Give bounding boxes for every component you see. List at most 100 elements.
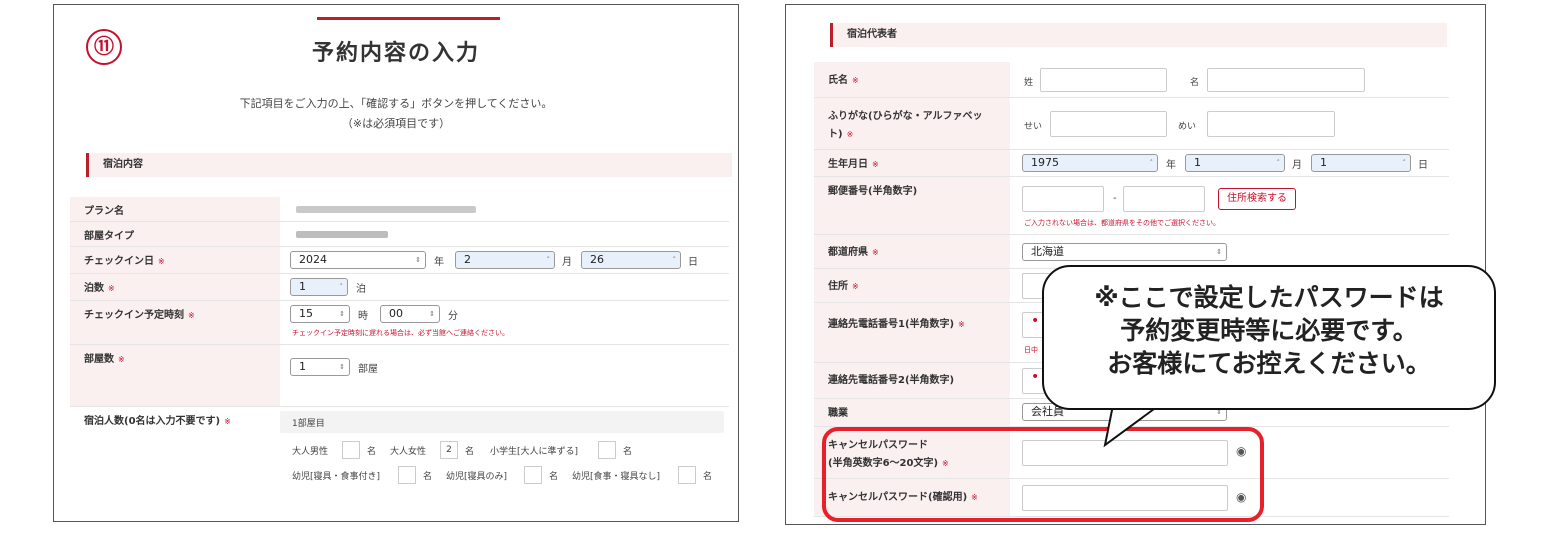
row-plan-name: プラン名 xyxy=(70,197,729,222)
mei-label: 名 xyxy=(1190,78,1200,88)
phone2-label: 連絡先電話番号2(半角数字) xyxy=(814,363,1010,398)
year-unit: 年 xyxy=(434,257,444,268)
up-arrow-icon: ˄ xyxy=(672,256,677,264)
checkin-month-select[interactable]: 2 ˄ xyxy=(455,251,555,269)
rooms-select[interactable]: 1 ⇕ xyxy=(290,358,350,376)
birth-month-select[interactable]: 1 ˄ xyxy=(1185,154,1285,172)
infant-none-label: 幼児[食事・寝具なし] xyxy=(572,472,661,482)
kana-first-input[interactable] xyxy=(1207,111,1335,137)
address-search-button[interactable]: 住所検索する xyxy=(1218,188,1296,210)
plan-name-value xyxy=(280,197,729,221)
phone1-note: 日中 xyxy=(1024,346,1038,354)
infant-bed-label: 幼児[寝具のみ] xyxy=(446,472,508,482)
callout-line-1: ※ここで設定したパスワードは xyxy=(1094,283,1444,312)
day-unit: 日 xyxy=(1418,160,1428,171)
year-unit: 年 xyxy=(1166,160,1176,171)
rooms-unit: 部屋 xyxy=(358,364,378,375)
reservation-form-panel: ⑪ 予約内容の入力 下記項目をご入力の上、「確認する」ボタンを押してください。 … xyxy=(53,4,739,522)
checkin-year-select[interactable]: 2024 ⇕ xyxy=(290,251,426,269)
nights-select[interactable]: 1 ˄ xyxy=(290,278,348,296)
spin-arrows-icon: ⇕ xyxy=(339,363,345,371)
room-type-label: 部屋タイプ xyxy=(70,222,280,246)
postal-value: - 住所検索する ご入力されない場合は、都道府県をその他でご選択ください。 xyxy=(1010,177,1449,234)
checkin-day-select[interactable]: 26 ˄ xyxy=(581,251,681,269)
adult-female-input[interactable]: 2 xyxy=(440,441,458,459)
callout-line-2: 予約変更時等に必要です。 xyxy=(1120,316,1418,345)
minute-unit: 分 xyxy=(448,311,458,322)
checkin-time-value: 15 ⇕ 時 00 ⇕ 分 チェックイン予定時刻に遅れる場合は、必ず当館へご連絡くだ… xyxy=(280,301,729,344)
month-unit: 月 xyxy=(562,257,572,268)
kana-mei-label: めい xyxy=(1178,122,1197,132)
nights-label: 泊数 ※ xyxy=(70,274,280,300)
infant-bed-meal-input[interactable] xyxy=(398,466,416,484)
spin-arrows-icon: ⇕ xyxy=(429,310,435,318)
person-unit: 名 xyxy=(623,447,633,457)
plan-name-label: プラン名 xyxy=(70,197,280,221)
elementary-label: 小学生[大人に準ずる] xyxy=(490,447,579,457)
occupation-label: 職業 xyxy=(814,399,1010,426)
address-label: 住所 ※ xyxy=(814,269,1010,302)
infant-none-input[interactable] xyxy=(678,466,696,484)
postal-code-1-input[interactable] xyxy=(1022,186,1104,212)
checkin-date-value: 2024 ⇕ 年 2 ˄ 月 26 ˄ 日 xyxy=(280,247,729,273)
person-unit: 名 xyxy=(549,472,559,482)
row-checkin-time: チェックイン予定時刻 ※ 15 ⇕ 時 00 ⇕ 分 チェックイン予定時刻に遅れる場合… xyxy=(70,301,729,345)
spin-arrows-icon: ⇕ xyxy=(415,256,421,264)
name-label: 氏名 ※ xyxy=(814,62,1010,97)
day-unit: 日 xyxy=(688,257,698,268)
kana-label: ふりがな(ひらがな・アルファベット) ※ xyxy=(814,98,1010,149)
postal-note: ご入力されない場合は、都道府県をその他でご選択ください。 xyxy=(1024,219,1220,227)
checkin-minute-select[interactable]: 00 ⇕ xyxy=(380,305,440,323)
kana-value: せい めい xyxy=(1010,98,1449,149)
postal-code-2-input[interactable] xyxy=(1123,186,1205,212)
row-rooms: 部屋数 ※ 1 ⇕ 部屋 xyxy=(70,345,729,407)
row-nights: 泊数 ※ 1 ˄ 泊 xyxy=(70,274,729,301)
row-name: 氏名 ※ 姓 名 xyxy=(814,62,1449,98)
elementary-input[interactable] xyxy=(598,441,616,459)
spin-arrows-icon: ⇕ xyxy=(339,310,345,318)
rooms-value: 1 ⇕ 部屋 xyxy=(280,345,729,406)
sei-label: 姓 xyxy=(1024,78,1034,88)
section-header-stay: 宿泊内容 xyxy=(86,153,732,177)
nights-unit: 泊 xyxy=(356,284,366,295)
adult-female-label: 大人女性 xyxy=(390,447,427,457)
checkin-time-label: チェックイン予定時刻 ※ xyxy=(70,301,280,344)
required-note: （※は必須項目です） xyxy=(341,117,451,130)
person-unit: 名 xyxy=(423,472,433,482)
page-title: 予約内容の入力 xyxy=(311,41,480,66)
room-type-value xyxy=(280,222,729,246)
row-postal: 郵便番号(半角数字) - 住所検索する ご入力されない場合は、都道府県をその他で… xyxy=(814,177,1449,235)
person-unit: 名 xyxy=(703,472,713,482)
row-room-type: 部屋タイプ xyxy=(70,222,729,247)
row-guests: 宿泊人数(0名は入力不要です) ※ 1部屋目 大人男性 名 大人女性 2 名 小学… xyxy=(70,407,729,495)
postal-dash: - xyxy=(1113,193,1117,204)
up-arrow-icon: ˄ xyxy=(546,256,551,264)
birthdate-value: 1975 ˄ 年 1 ˄ 月 1 ˄ 日 xyxy=(1010,150,1449,176)
birth-day-select[interactable]: 1 ˄ xyxy=(1311,154,1411,172)
prefecture-label: 都道府県 ※ xyxy=(814,235,1010,268)
section-header-representative: 宿泊代表者 xyxy=(830,23,1447,47)
prefecture-value: 北海道 ⇕ xyxy=(1010,235,1449,268)
prefecture-select[interactable]: 北海道 ⇕ xyxy=(1022,243,1227,261)
first-name-input[interactable] xyxy=(1207,68,1365,92)
row-checkin-date: チェックイン日 ※ 2024 ⇕ 年 2 ˄ 月 26 ˄ 日 xyxy=(70,247,729,274)
plan-name-redacted xyxy=(296,206,476,213)
up-arrow-icon: ˄ xyxy=(339,283,344,291)
infant-bed-input[interactable] xyxy=(524,466,542,484)
nights-value: 1 ˄ 泊 xyxy=(280,274,729,300)
hour-unit: 時 xyxy=(358,311,368,322)
row-kana: ふりがな(ひらがな・アルファベット) ※ せい めい xyxy=(814,98,1449,150)
adult-male-label: 大人男性 xyxy=(292,447,329,457)
adult-male-input[interactable] xyxy=(342,441,360,459)
callout-line-3: お客様にてお控えください。 xyxy=(1107,349,1431,378)
room-1-header: 1部屋目 xyxy=(280,411,724,433)
checkin-hour-select[interactable]: 15 ⇕ xyxy=(290,305,350,323)
birth-year-select[interactable]: 1975 ˄ xyxy=(1022,154,1158,172)
last-name-input[interactable] xyxy=(1040,68,1167,92)
name-value: 姓 名 xyxy=(1010,62,1449,97)
instruction-text: 下記項目をご入力の上、「確認する」ボタンを押してください。 xyxy=(239,97,553,110)
person-unit: 名 xyxy=(465,447,475,457)
kana-last-input[interactable] xyxy=(1050,111,1167,137)
title-accent-bar xyxy=(317,17,500,20)
month-unit: 月 xyxy=(1292,160,1302,171)
